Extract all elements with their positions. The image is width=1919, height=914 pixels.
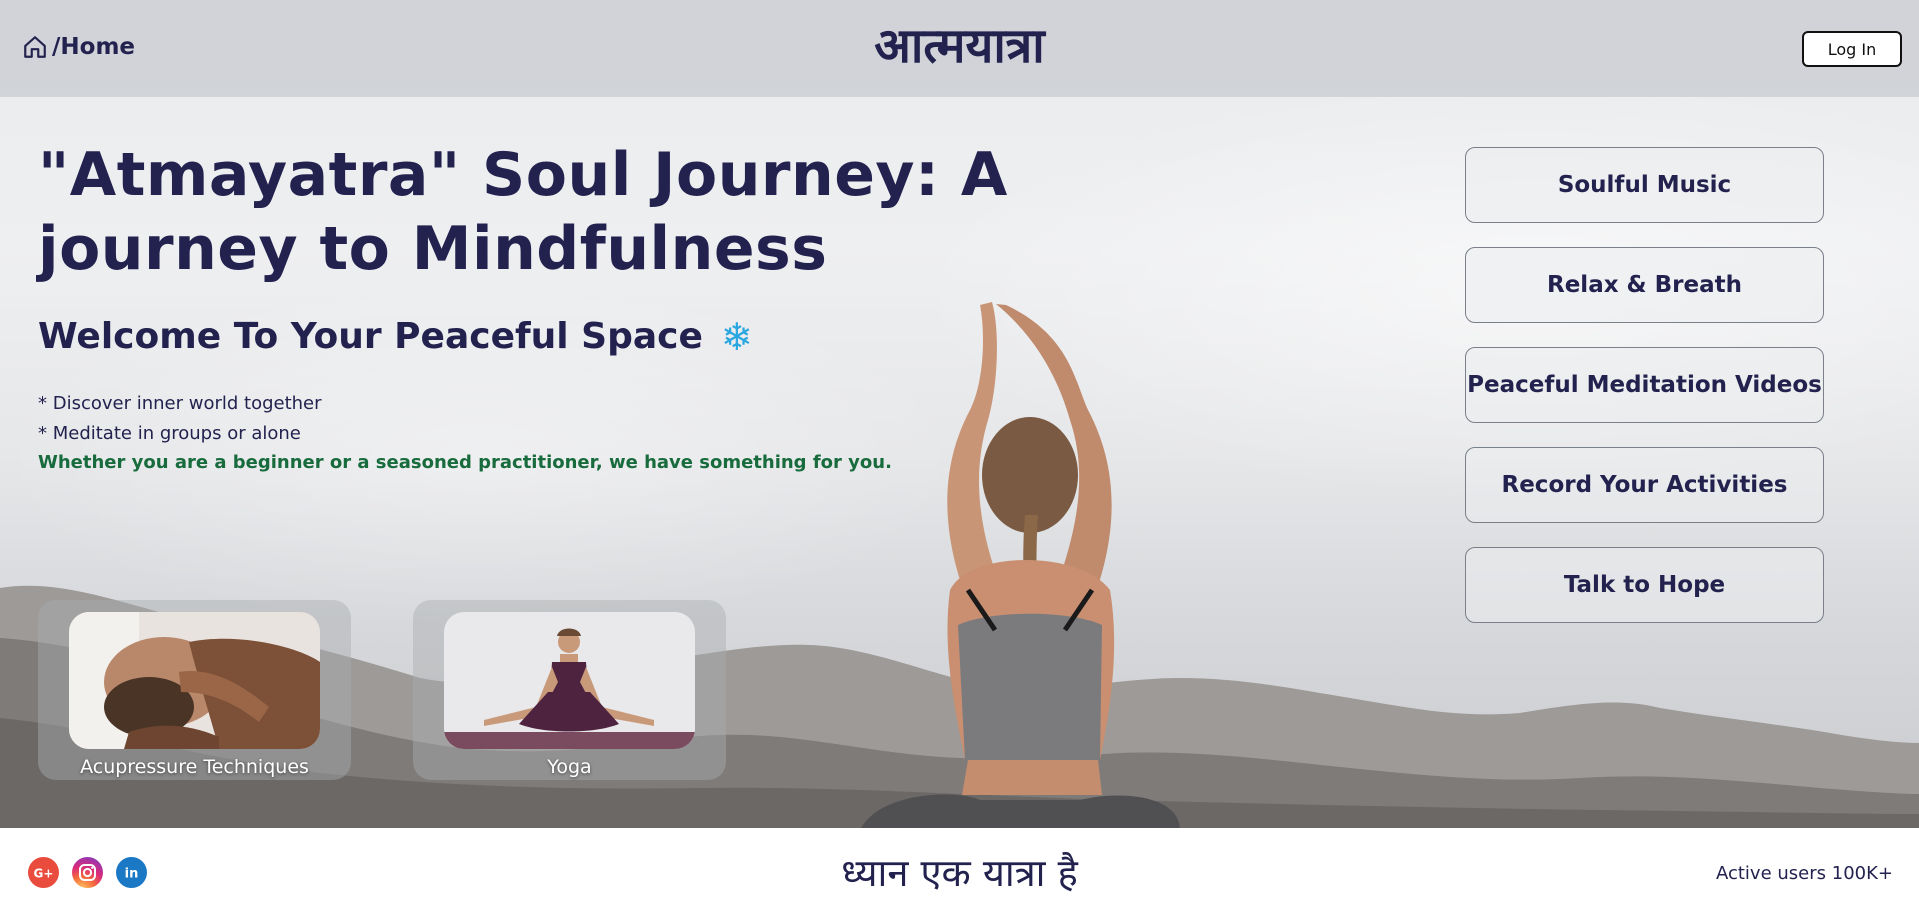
acupressure-photo-illustration bbox=[69, 612, 320, 749]
card-label: Yoga bbox=[547, 756, 592, 778]
active-users-count: Active users 100K+ bbox=[1715, 863, 1893, 884]
card-acupressure[interactable]: Acupressure Techniques bbox=[38, 600, 351, 780]
brand-logo-text[interactable]: आत्मयात्रा bbox=[0, 12, 1919, 77]
menu-meditation-videos-button[interactable]: Peaceful Meditation Videos bbox=[1465, 347, 1824, 423]
card-yoga[interactable]: Yoga bbox=[413, 600, 726, 780]
yoga-photo-illustration bbox=[444, 612, 695, 749]
snowflake-icon: ❄ bbox=[720, 314, 753, 359]
menu-relax-breath-button[interactable]: Relax & Breath bbox=[1465, 247, 1824, 323]
feature-bullet: * Meditate in groups or alone bbox=[38, 423, 301, 444]
feature-bullet: * Discover inner world together bbox=[38, 393, 322, 414]
card-label: Acupressure Techniques bbox=[80, 756, 309, 778]
top-header: /Home आत्मयात्रा Log In bbox=[0, 0, 1919, 97]
menu-soulful-music-button[interactable]: Soulful Music bbox=[1465, 147, 1824, 223]
welcome-heading-text: Welcome To Your Peaceful Space bbox=[38, 316, 703, 357]
yoga-photo bbox=[444, 612, 695, 749]
page-title: "Atmayatra" Soul Journey: A journey to M… bbox=[38, 140, 1008, 284]
menu-talk-to-hope-button[interactable]: Talk to Hope bbox=[1465, 547, 1824, 623]
meditating-woman-figure bbox=[861, 302, 1180, 828]
footer-motto: ध्यान एक यात्रा है bbox=[841, 851, 1078, 895]
welcome-heading: Welcome To Your Peaceful Space ❄ bbox=[38, 316, 753, 357]
login-button[interactable]: Log In bbox=[1802, 31, 1902, 67]
footer: G+ in ध्यान एक यात्रा है Active users 10… bbox=[0, 828, 1919, 914]
tagline: Whether you are a beginner or a seasoned… bbox=[38, 452, 892, 473]
acupressure-photo bbox=[69, 612, 320, 749]
menu-record-activities-button[interactable]: Record Your Activities bbox=[1465, 447, 1824, 523]
